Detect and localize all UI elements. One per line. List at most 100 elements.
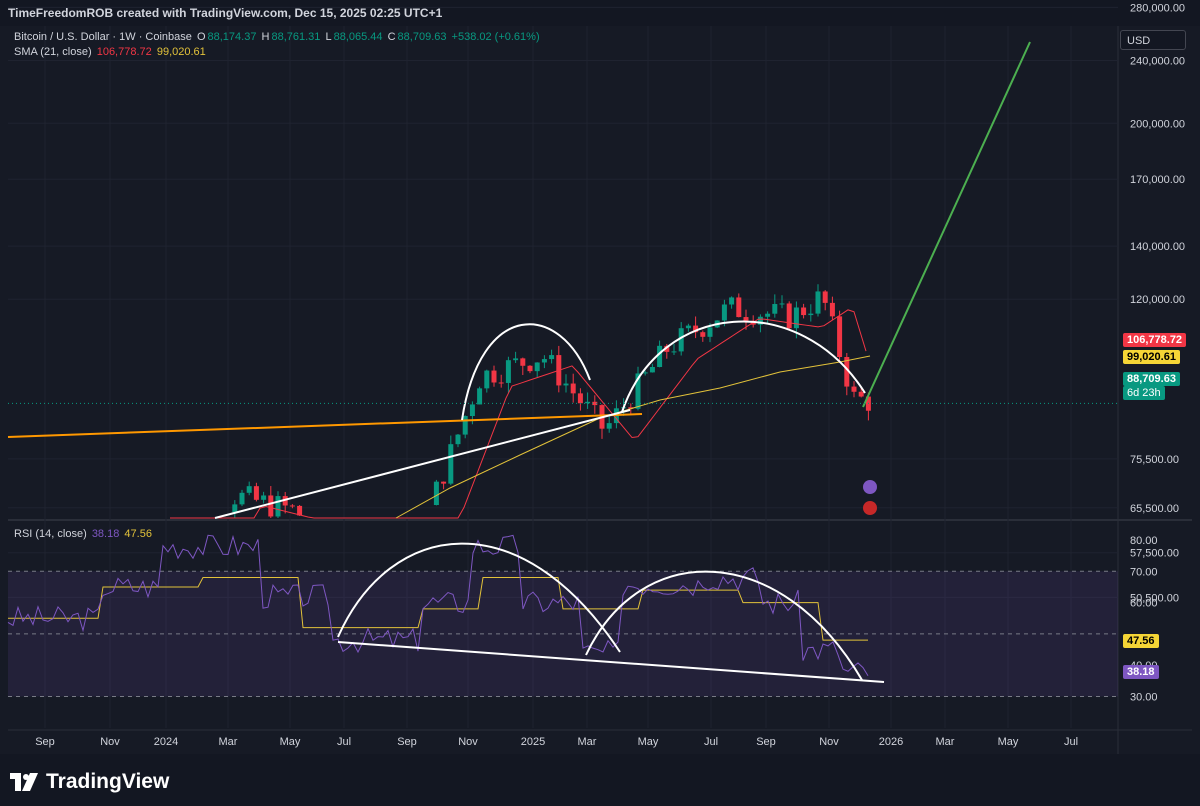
rsi-ma-tag: 47.56 bbox=[1123, 634, 1159, 648]
candle-body bbox=[649, 366, 655, 373]
candle-body bbox=[462, 416, 468, 435]
candle-body bbox=[837, 316, 843, 358]
candle-body bbox=[239, 492, 245, 505]
candle-body bbox=[765, 313, 771, 317]
sma-value-yellow: 99,020.61 bbox=[156, 46, 206, 58]
price-axis-label: 280,000.00 bbox=[1130, 2, 1185, 14]
rsi-axis-label: 80.00 bbox=[1130, 535, 1158, 547]
candle-body bbox=[275, 496, 281, 517]
candle-body bbox=[261, 495, 267, 500]
time-axis-label: 2026 bbox=[879, 736, 903, 748]
candle-body bbox=[484, 370, 490, 389]
candle-body bbox=[779, 303, 785, 305]
time-axis-label: 2024 bbox=[154, 736, 178, 748]
footer bbox=[0, 754, 1200, 806]
price-pane bbox=[8, 26, 1118, 518]
time-axis-label: 2025 bbox=[521, 736, 545, 748]
candle-body bbox=[815, 291, 821, 314]
candle-body bbox=[513, 358, 519, 361]
chart-svg[interactable]: 400,000.00340,000.00280,000.00240,000.00… bbox=[0, 0, 1200, 806]
candle-body bbox=[700, 332, 706, 337]
low-label: L bbox=[325, 31, 332, 43]
candle-body bbox=[721, 304, 727, 321]
time-axis-label: Sep bbox=[35, 736, 55, 748]
time-axis-label: May bbox=[998, 736, 1019, 748]
candle-body bbox=[657, 345, 663, 367]
tradingview-logo-icon bbox=[10, 773, 38, 791]
price-axis-label: 75,500.00 bbox=[1130, 454, 1179, 466]
candle-body bbox=[577, 393, 583, 404]
price-axis-label: 170,000.00 bbox=[1130, 174, 1185, 186]
candle-body bbox=[570, 383, 576, 394]
candle-body bbox=[786, 303, 792, 329]
open-value: 88,174.37 bbox=[207, 31, 257, 43]
candle-body bbox=[829, 302, 835, 317]
time-axis-label: Nov bbox=[819, 736, 839, 748]
candle-body bbox=[505, 360, 511, 383]
symbol-label: Bitcoin / U.S. Dollar · 1W · Coinbase bbox=[14, 31, 192, 43]
candle-body bbox=[685, 325, 691, 329]
candle-body bbox=[808, 313, 814, 316]
candle-body bbox=[707, 327, 713, 337]
candle-body bbox=[549, 355, 555, 360]
candle-body bbox=[232, 504, 238, 513]
high-value: 88,761.31 bbox=[271, 31, 321, 43]
change-value: +538.02 (+0.61%) bbox=[451, 31, 540, 43]
candle-body bbox=[455, 434, 461, 445]
rsi-label: RSI (14, close) bbox=[14, 528, 87, 540]
candle-body bbox=[491, 370, 497, 383]
candle-body bbox=[498, 382, 504, 384]
candle-body bbox=[743, 317, 749, 321]
candle-body bbox=[772, 304, 778, 314]
last-price-tag: 88,709.63 bbox=[1123, 372, 1180, 386]
candle-body bbox=[851, 386, 857, 392]
candle-body bbox=[448, 444, 454, 484]
candle-body bbox=[433, 481, 439, 506]
candle-body bbox=[469, 404, 475, 417]
candle-body bbox=[736, 297, 742, 318]
rsi-tag: 38.18 bbox=[1123, 665, 1159, 679]
price-axis-label: 240,000.00 bbox=[1130, 55, 1185, 67]
tradingview-logo[interactable]: TradingView bbox=[10, 770, 169, 794]
time-axis-label: Nov bbox=[458, 736, 478, 748]
price-axis-label: 65,500.00 bbox=[1130, 503, 1179, 515]
candle-body bbox=[822, 291, 828, 303]
sma-label: SMA (21, close) bbox=[14, 46, 92, 58]
candle-body bbox=[671, 351, 677, 353]
time-axis-label: Jul bbox=[337, 736, 351, 748]
candle-body bbox=[441, 481, 447, 484]
candle-body bbox=[477, 388, 483, 405]
candle-body bbox=[253, 486, 259, 500]
low-value: 88,065.44 bbox=[333, 31, 383, 43]
price-legend: Bitcoin / U.S. Dollar · 1W · Coinbase O8… bbox=[14, 31, 542, 43]
time-axis-label: Sep bbox=[397, 736, 417, 748]
close-value: 88,709.63 bbox=[397, 31, 447, 43]
rsi-axis-label: 30.00 bbox=[1130, 692, 1158, 704]
candle-body bbox=[268, 495, 274, 517]
open-label: O bbox=[196, 31, 206, 43]
candle-body bbox=[801, 307, 807, 316]
candle-body bbox=[246, 486, 252, 493]
high-label: H bbox=[261, 31, 270, 43]
candle-body bbox=[858, 391, 864, 397]
currency-selector[interactable]: USD bbox=[1120, 30, 1186, 50]
rsi-legend: RSI (14, close) 38.18 47.56 bbox=[14, 528, 154, 540]
time-axis-label: Mar bbox=[578, 736, 597, 748]
candle-body bbox=[606, 423, 612, 429]
time-axis-label: May bbox=[638, 736, 659, 748]
sma-value-red: 106,778.72 bbox=[96, 46, 152, 58]
sma-red-tag: 106,778.72 bbox=[1123, 333, 1187, 347]
candle-body bbox=[541, 359, 547, 363]
tradingview-brand: TradingView bbox=[46, 770, 170, 793]
close-label: C bbox=[387, 31, 396, 43]
time-axis-label: Mar bbox=[936, 736, 955, 748]
time-axis-label: Jul bbox=[1064, 736, 1078, 748]
candle-body bbox=[585, 401, 591, 404]
time-axis-label: Jul bbox=[704, 736, 718, 748]
event-icon bbox=[863, 480, 877, 494]
time-axis-label: Nov bbox=[100, 736, 120, 748]
candle-body bbox=[527, 365, 533, 372]
candle-body bbox=[289, 505, 295, 507]
time-axis-label: Sep bbox=[756, 736, 776, 748]
rsi-value: 38.18 bbox=[91, 528, 120, 540]
